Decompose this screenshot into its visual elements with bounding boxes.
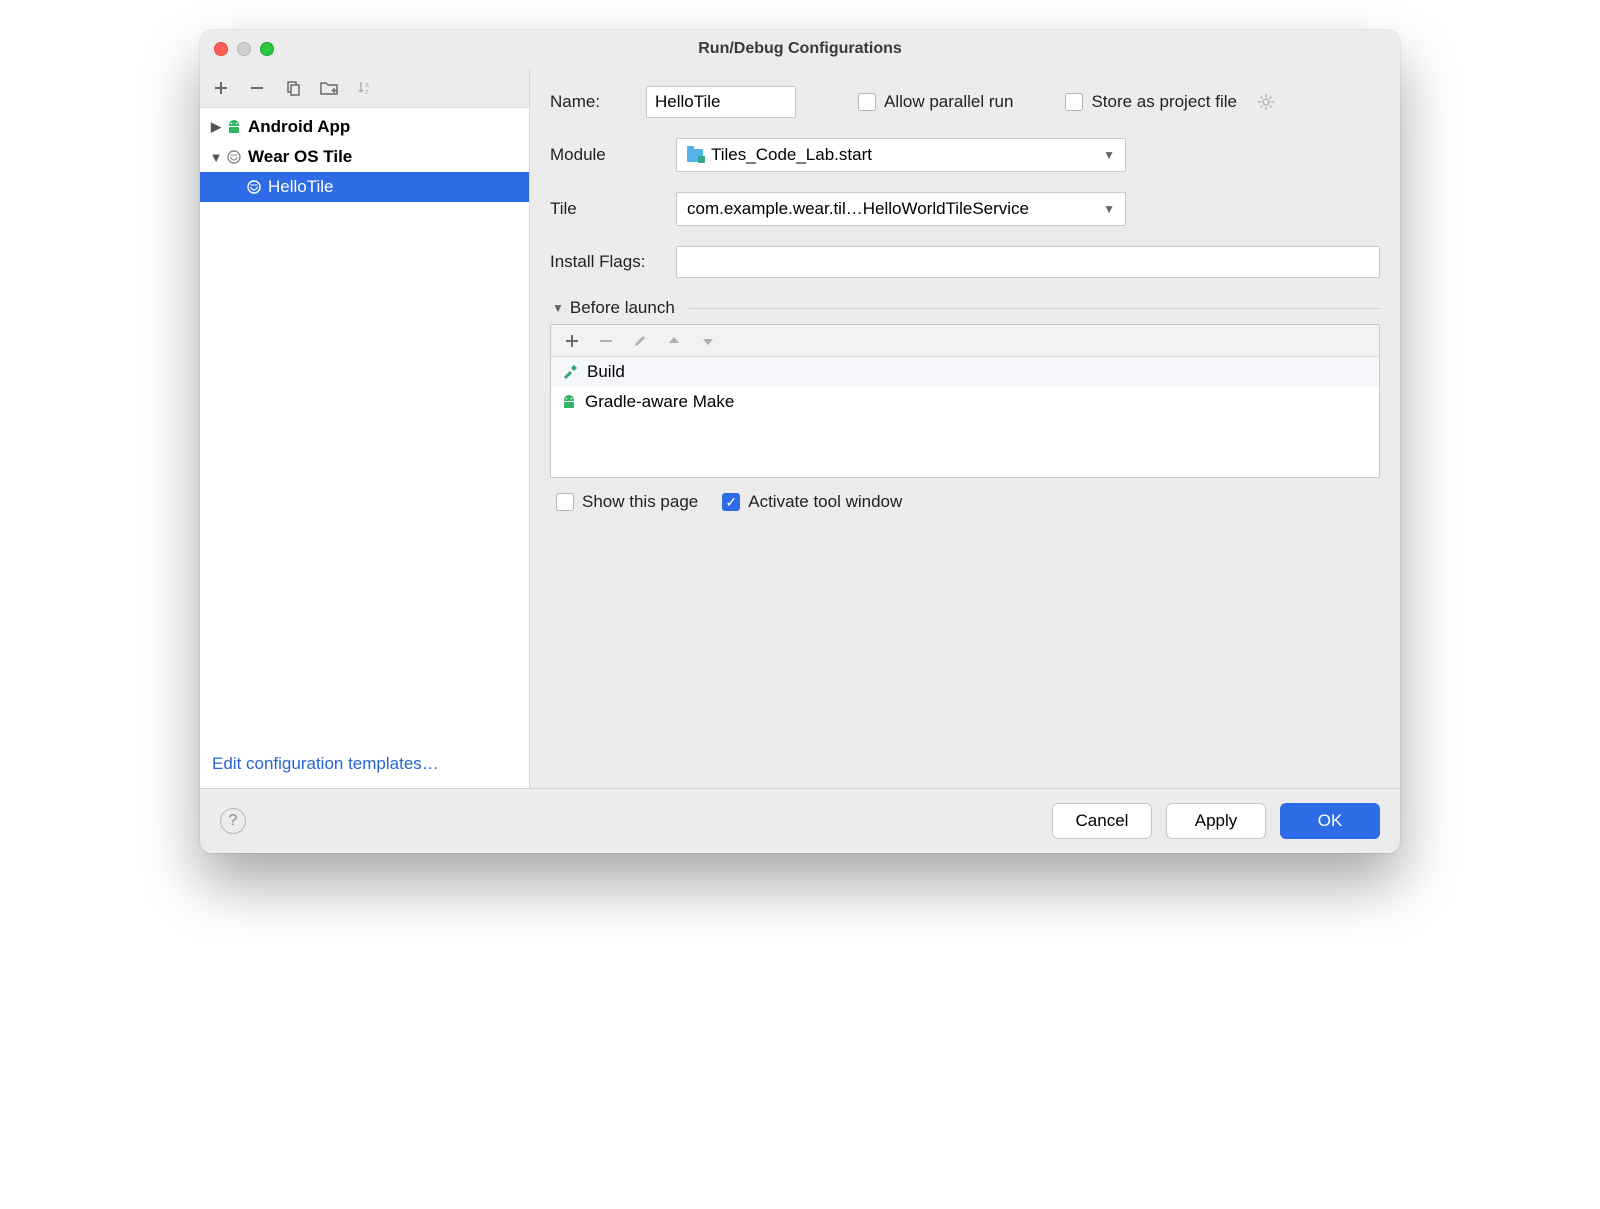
zoom-window-icon[interactable] [260, 42, 274, 56]
svg-text:a: a [365, 82, 369, 89]
chevron-down-icon: ▼ [1103, 202, 1115, 216]
before-launch-list: Build Gradle-aware Make [551, 357, 1379, 477]
module-select[interactable]: Tiles_Code_Lab.start ▼ [676, 138, 1126, 172]
list-item[interactable]: Build [551, 357, 1379, 387]
copy-config-button[interactable] [282, 77, 304, 99]
before-launch-box: Build Gradle-aware Make [550, 324, 1380, 478]
before-launch-header[interactable]: ▼ Before launch [552, 298, 1380, 318]
tree-label: Android App [248, 117, 350, 137]
wear-icon [224, 149, 244, 165]
remove-config-button[interactable] [246, 77, 268, 99]
show-this-page-checkbox[interactable]: Show this page [556, 492, 698, 512]
activate-tool-window-checkbox[interactable]: ✓ Activate tool window [722, 492, 902, 512]
window-controls [214, 42, 274, 56]
cancel-button[interactable]: Cancel [1052, 803, 1152, 839]
folder-config-button[interactable] [318, 77, 340, 99]
task-label: Gradle-aware Make [585, 392, 734, 412]
edit-templates-link[interactable]: Edit configuration templates… [200, 740, 529, 788]
add-config-button[interactable] [210, 77, 232, 99]
chevron-down-icon: ▼ [552, 301, 564, 315]
tile-value: com.example.wear.til…HelloWorldTileServi… [687, 199, 1029, 219]
move-down-button[interactable] [699, 334, 717, 348]
checkbox-icon [1065, 93, 1083, 111]
checkbox-label: Allow parallel run [884, 92, 1013, 112]
task-label: Build [587, 362, 625, 382]
remove-task-button[interactable] [597, 334, 615, 348]
titlebar: Run/Debug Configurations [200, 30, 1400, 68]
list-item[interactable]: Gradle-aware Make [551, 387, 1379, 417]
sort-config-button[interactable]: az [354, 77, 376, 99]
name-label: Name: [550, 92, 630, 112]
main-panel: Name: Allow parallel run Store as projec… [530, 68, 1400, 788]
install-flags-label: Install Flags: [550, 252, 660, 272]
minimize-window-icon [237, 42, 251, 56]
chevron-down-icon: ▼ [208, 150, 224, 165]
gear-icon[interactable] [1257, 93, 1275, 111]
checkbox-label: Activate tool window [748, 492, 902, 512]
section-title-text: Before launch [570, 298, 675, 318]
allow-parallel-checkbox[interactable]: Allow parallel run [858, 92, 1013, 112]
checkbox-label: Store as project file [1091, 92, 1237, 112]
install-flags-input[interactable] [676, 246, 1380, 278]
apply-button[interactable]: Apply [1166, 803, 1266, 839]
add-task-button[interactable] [563, 334, 581, 348]
window-title: Run/Debug Configurations [214, 40, 1386, 58]
android-icon [561, 394, 577, 410]
chevron-down-icon: ▼ [1103, 148, 1115, 162]
module-value: Tiles_Code_Lab.start [711, 145, 872, 165]
name-input[interactable] [646, 86, 796, 118]
chevron-right-icon: ▶ [208, 119, 224, 135]
tile-select[interactable]: com.example.wear.til…HelloWorldTileServi… [676, 192, 1126, 226]
tree-node-hellotile[interactable]: HelloTile [200, 172, 529, 202]
before-launch-toolbar [551, 325, 1379, 357]
checkbox-icon [858, 93, 876, 111]
edit-task-button[interactable] [631, 334, 649, 348]
tree-label: HelloTile [268, 177, 334, 197]
tree-node-android-app[interactable]: ▶ Android App [200, 112, 529, 142]
wear-icon [244, 179, 264, 195]
tile-label: Tile [550, 199, 660, 219]
help-button[interactable]: ? [220, 808, 246, 834]
ok-button[interactable]: OK [1280, 803, 1380, 839]
close-window-icon[interactable] [214, 42, 228, 56]
checkbox-checked-icon: ✓ [722, 493, 740, 511]
module-icon [687, 149, 703, 162]
checkbox-icon [556, 493, 574, 511]
module-label: Module [550, 145, 660, 165]
svg-text:z: z [365, 89, 369, 96]
sidebar: az ▶ Android App ▼ Wear OS Tile [200, 68, 530, 788]
store-project-checkbox[interactable]: Store as project file [1065, 92, 1237, 112]
tree-label: Wear OS Tile [248, 147, 352, 167]
dialog-footer: ? Cancel Apply OK [200, 788, 1400, 853]
move-up-button[interactable] [665, 334, 683, 348]
tree-node-wear-os-tile[interactable]: ▼ Wear OS Tile [200, 142, 529, 172]
run-debug-dialog: Run/Debug Configurations az [200, 30, 1400, 853]
checkbox-label: Show this page [582, 492, 698, 512]
android-icon [224, 119, 244, 135]
hammer-icon [561, 363, 579, 381]
divider [689, 308, 1380, 309]
sidebar-toolbar: az [200, 68, 529, 108]
config-tree: ▶ Android App ▼ Wear OS Tile [200, 108, 529, 740]
